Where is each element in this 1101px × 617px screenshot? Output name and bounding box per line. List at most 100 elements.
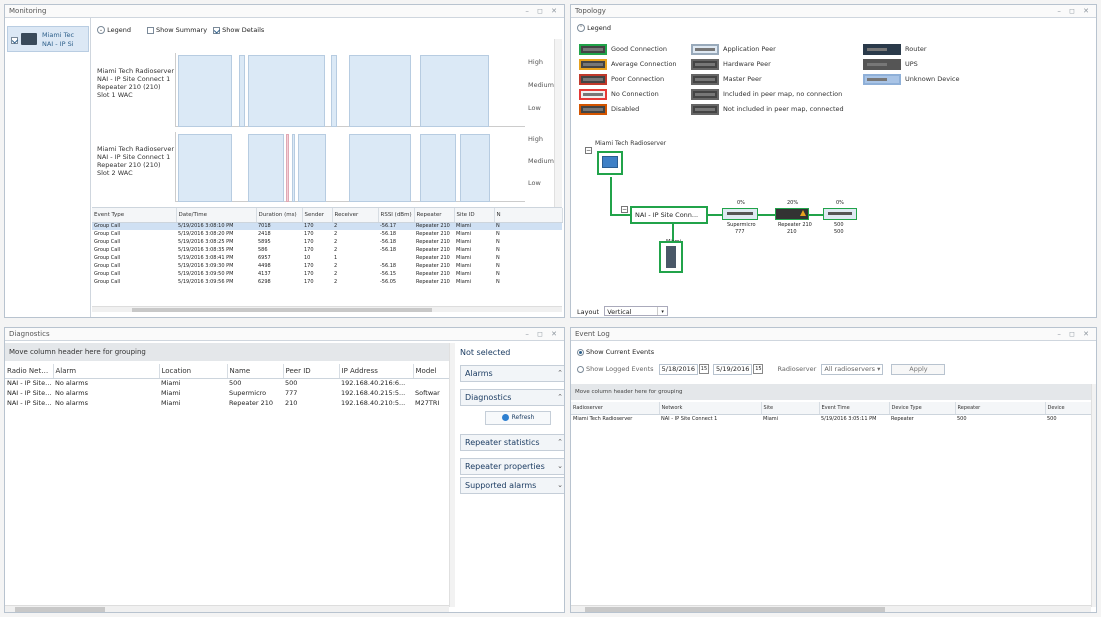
peer-supermicro[interactable] <box>722 208 758 220</box>
eventlog-hscrollbar[interactable] <box>571 605 1091 612</box>
device-checkbox[interactable] <box>11 36 18 44</box>
grouping-bar[interactable]: Move column header here for grouping <box>5 343 449 361</box>
table-row[interactable]: Miami Tech Radioserver NAI - IP Site Conn… <box>571 414 1091 424</box>
table-row[interactable]: NAI - IP Site C... No alarms Miami 500 500 19… <box>5 378 449 388</box>
cell: Miami <box>456 263 472 269</box>
col-location[interactable]: Location <box>159 364 228 379</box>
col-event-type[interactable]: Event Type <box>92 208 177 223</box>
supported-alarms-section[interactable]: Supported alarms ⌄ <box>460 477 564 494</box>
col-event-time[interactable]: Event Time <box>819 402 890 415</box>
scroll-thumb[interactable] <box>585 607 885 612</box>
activity-bar <box>298 134 326 202</box>
repeater-properties-section[interactable]: Repeater properties ⌄ <box>460 458 564 475</box>
cell: 2 <box>334 271 338 277</box>
repeater-statistics-section[interactable]: Repeater statistics ⌃ <box>460 434 564 451</box>
window-controls[interactable]: – ◻ ✕ <box>1057 328 1092 341</box>
eventlog-grouping-bar[interactable]: Move column header here for grouping <box>571 384 1091 400</box>
show-current-option[interactable]: Show Current Events <box>577 348 654 356</box>
cell: 170 <box>304 271 314 277</box>
peer-500[interactable] <box>823 208 857 220</box>
cell: Group Call <box>94 231 121 237</box>
site-node[interactable] <box>659 241 683 273</box>
col-alarm[interactable]: Alarm <box>53 364 160 379</box>
collapse-root-button[interactable]: − <box>585 147 592 154</box>
application-peer-icon <box>691 43 719 55</box>
col-repeater[interactable]: Repeater <box>414 208 455 223</box>
diagnostics-vscrollbar[interactable] <box>449 343 455 607</box>
peer-repeater-210[interactable] <box>775 208 809 220</box>
col-repeater[interactable]: Repeater <box>955 402 1046 415</box>
scroll-thumb[interactable] <box>132 308 432 312</box>
event-table-hscrollbar[interactable] <box>92 306 562 312</box>
col-radio-network[interactable]: Radio Netwo... <box>5 364 54 379</box>
refresh-button[interactable]: Refresh <box>485 411 551 425</box>
show-logged-radio[interactable] <box>577 365 584 373</box>
alarms-section[interactable]: Alarms ⌃ <box>460 365 564 382</box>
eventlog-panel: Event Log – ◻ ✕ Show Current Events Show… <box>570 327 1097 613</box>
col-site-id[interactable]: Site ID <box>454 208 495 223</box>
cell: 5/19/2016 3:05:11 PM <box>821 416 877 423</box>
date-to-field[interactable]: 5/19/2016 <box>713 364 753 375</box>
calendar-icon[interactable]: 15 <box>698 364 709 374</box>
show-details-checkbox[interactable] <box>213 26 221 34</box>
table-row[interactable]: Group Call 5/19/2016 3:08:20 PM 2418 170 2 -5… <box>92 230 562 238</box>
radioserver-node[interactable] <box>597 151 623 175</box>
network-node[interactable]: NAI - IP Site Conn... <box>630 206 708 224</box>
col-network[interactable]: Network <box>659 402 762 415</box>
chevron-down-icon[interactable]: ⌄ <box>97 26 105 34</box>
col-peer-id[interactable]: Peer ID <box>283 364 340 379</box>
col-duration[interactable]: Duration (ms) <box>256 208 303 223</box>
legend-toggle[interactable]: Legend <box>107 26 131 34</box>
calendar-icon[interactable]: 15 <box>753 364 764 374</box>
col-n[interactable]: N <box>494 208 563 223</box>
table-header-row: Event Type Date/Time Duration (ms) Sende… <box>92 208 563 223</box>
col-device-type[interactable]: Device Type <box>889 402 956 415</box>
eventlog-vscrollbar[interactable] <box>1091 384 1096 607</box>
date-from-field[interactable]: 5/18/2016 <box>658 364 698 375</box>
cell: N <box>496 279 500 285</box>
chart-scrollbar[interactable] <box>554 39 562 209</box>
table-row[interactable]: Group Call 5/19/2016 3:08:35 PM 586 170 2 -56… <box>92 246 562 254</box>
show-summary-checkbox[interactable] <box>147 26 155 34</box>
table-row[interactable]: Group Call 5/19/2016 3:08:41 PM 6957 10 1 Rep… <box>92 254 562 262</box>
col-sender[interactable]: Sender <box>302 208 333 223</box>
col-site[interactable]: Site <box>761 402 820 415</box>
collapse-network-button[interactable]: − <box>621 206 628 213</box>
cell: No alarms <box>55 399 88 407</box>
col-radioserver[interactable]: Radioserver <box>571 402 660 415</box>
topology-legend-toggle[interactable]: ⌃ Legend <box>577 24 611 32</box>
apply-button[interactable]: Apply <box>891 364 946 375</box>
col-datetime[interactable]: Date/Time <box>176 208 257 223</box>
table-row[interactable]: Group Call 5/19/2016 3:09:56 PM 6298 170 2 -5… <box>92 278 562 286</box>
col-ip-address[interactable]: IP Address <box>339 364 414 379</box>
diagnostics-hscrollbar[interactable] <box>5 605 449 612</box>
table-row[interactable]: NAI - IP Site C... No alarms Miami Supermic… <box>5 388 449 398</box>
col-model[interactable]: Model <box>413 364 450 379</box>
radioserver-select[interactable]: All radioservers ▾ <box>821 364 884 375</box>
col-device[interactable]: Device <box>1045 402 1092 415</box>
chevron-up-icon: ⌃ <box>557 369 563 377</box>
layout-select[interactable]: Vertical ▾ <box>604 306 669 316</box>
table-row[interactable]: Group Call 5/19/2016 3:09:30 PM 4498 170 2 -5… <box>92 262 562 270</box>
window-controls[interactable]: – ◻ ✕ <box>525 5 560 18</box>
table-row[interactable]: Group Call 5/19/2016 3:08:10 PM 7018 170 2 -5… <box>92 222 562 230</box>
device-item[interactable]: Miami Tec NAI - IP Si <box>7 26 89 52</box>
window-controls[interactable]: – ◻ ✕ <box>1057 5 1092 18</box>
not-included-connected-icon <box>691 103 719 115</box>
table-row[interactable]: NAI - IP Site C... No alarms Miami Repeater… <box>5 398 449 408</box>
col-rssi[interactable]: RSSI (dBm) <box>378 208 415 223</box>
table-row[interactable]: Group Call 5/19/2016 3:09:50 PM 4137 170 2 -5… <box>92 270 562 278</box>
legend-label: Master Peer <box>723 75 762 83</box>
table-row[interactable]: Group Call 5/19/2016 3:08:25 PM 5895 170 2 -5… <box>92 238 562 246</box>
diagnostics-panel: Diagnostics – ◻ ✕ Move column header her… <box>4 327 565 613</box>
show-current-radio[interactable] <box>577 348 584 356</box>
col-receiver[interactable]: Receiver <box>332 208 379 223</box>
cell: 5/19/2016 3:09:56 PM <box>178 279 234 285</box>
chart-2-plot <box>175 132 525 202</box>
window-controls[interactable]: – ◻ ✕ <box>525 328 560 341</box>
cell: N <box>496 247 500 253</box>
col-name[interactable]: Name <box>227 364 284 379</box>
diagnostics-section[interactable]: Diagnostics ⌃ <box>460 389 564 406</box>
scroll-thumb[interactable] <box>15 607 105 612</box>
cell: 170 <box>304 279 314 285</box>
